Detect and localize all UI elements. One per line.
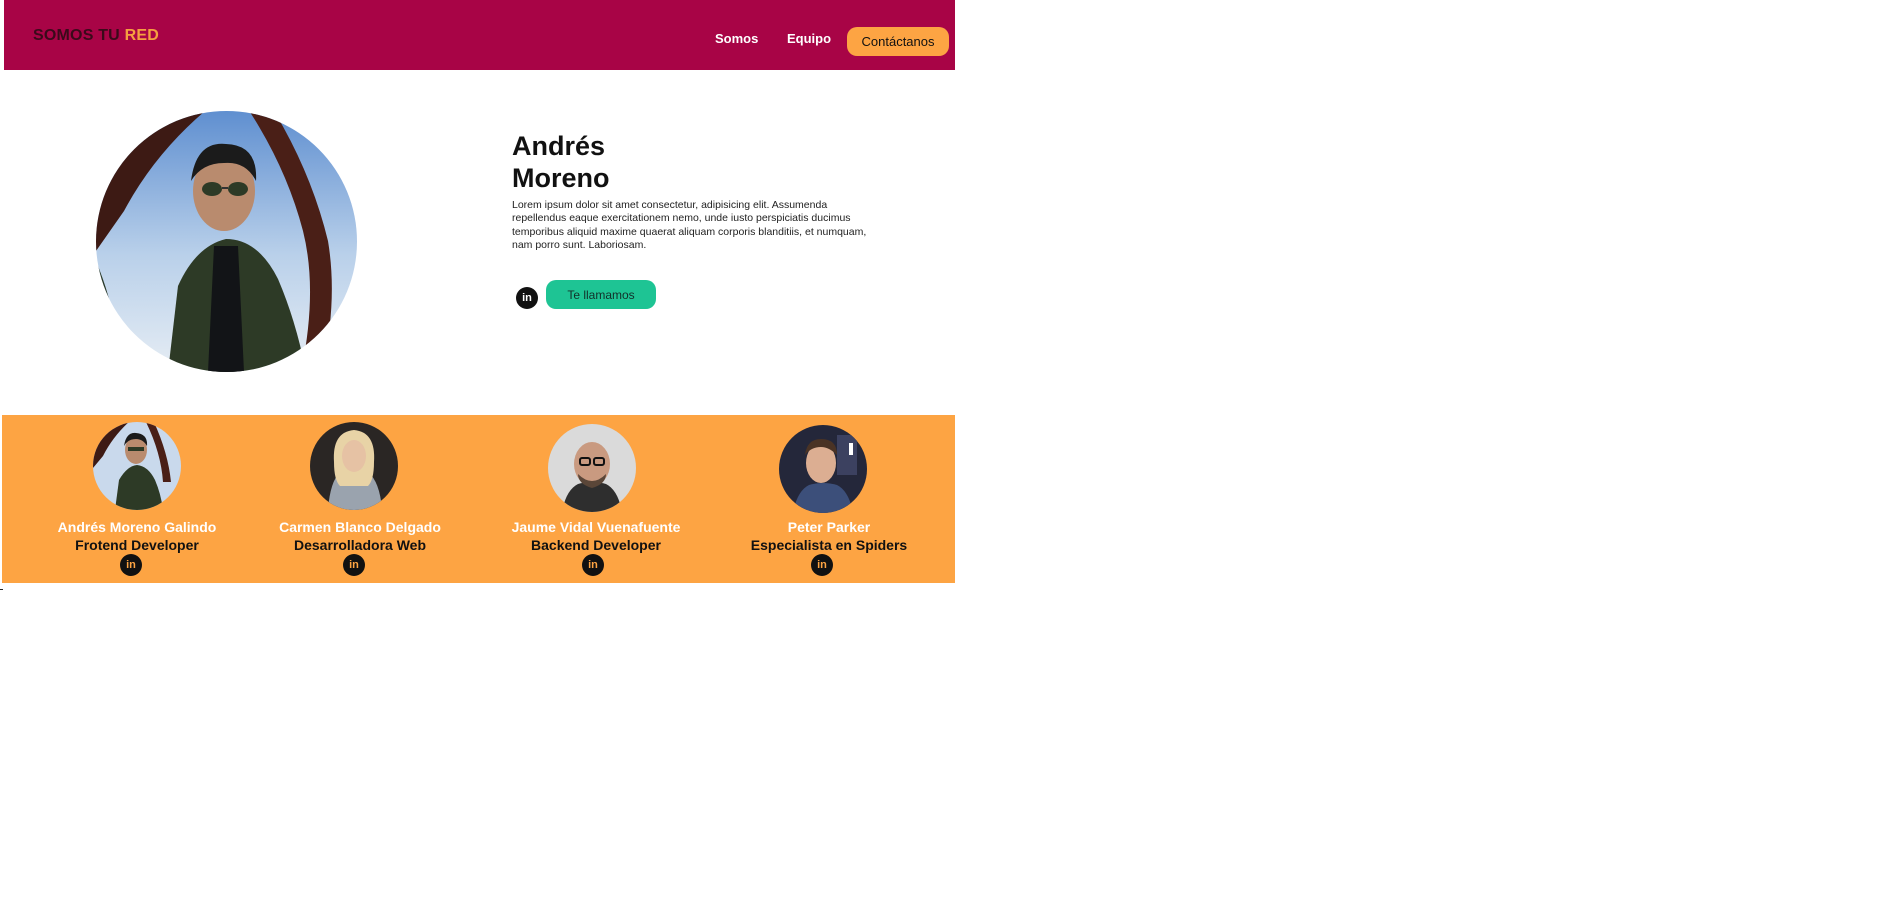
logo[interactable]: SOMOS TU RED: [33, 27, 159, 45]
hero-profile-photo: [96, 111, 357, 372]
linkedin-icon[interactable]: in: [582, 554, 604, 576]
site-header: SOMOS TU RED Somos Equipo Contáctanos: [4, 0, 955, 70]
member-photo: [93, 422, 181, 510]
member-name: Peter Parker: [787, 519, 871, 535]
team-section: Andrés Moreno Galindo Frotend Developer …: [2, 415, 955, 583]
member-photo: [548, 424, 636, 512]
member-photo: [779, 425, 867, 513]
linkedin-icon[interactable]: in: [811, 554, 833, 576]
nav-link-somos[interactable]: Somos: [715, 31, 758, 46]
member-role: Especialista en Spiders: [750, 537, 908, 553]
member-photo: [310, 422, 398, 510]
logo-text-primary: SOMOS TU: [33, 27, 120, 44]
linkedin-icon[interactable]: in: [343, 554, 365, 576]
member-role: Frotend Developer: [75, 537, 199, 553]
hero-description: Lorem ipsum dolor sit amet consectetur, …: [512, 199, 867, 251]
linkedin-icon[interactable]: in: [516, 287, 538, 309]
hero-last-name: Moreno: [512, 163, 610, 193]
nav-link-equipo[interactable]: Equipo: [787, 31, 831, 46]
hero-name: Andrés Moreno: [512, 130, 610, 194]
contact-button[interactable]: Contáctanos: [847, 27, 949, 56]
member-name: Carmen Blanco Delgado: [279, 519, 441, 535]
member-role: Desarrolladora Web: [293, 537, 426, 553]
member-name: Jaume Vidal Vuenafuente: [511, 519, 681, 535]
logo-text-accent: RED: [124, 27, 159, 44]
callback-button[interactable]: Te llamamos: [546, 280, 656, 309]
divider: [0, 589, 3, 590]
member-role: Backend Developer: [531, 537, 661, 553]
hero-first-name: Andrés: [512, 131, 606, 161]
linkedin-icon[interactable]: in: [120, 554, 142, 576]
member-name: Andrés Moreno Galindo: [57, 519, 217, 535]
